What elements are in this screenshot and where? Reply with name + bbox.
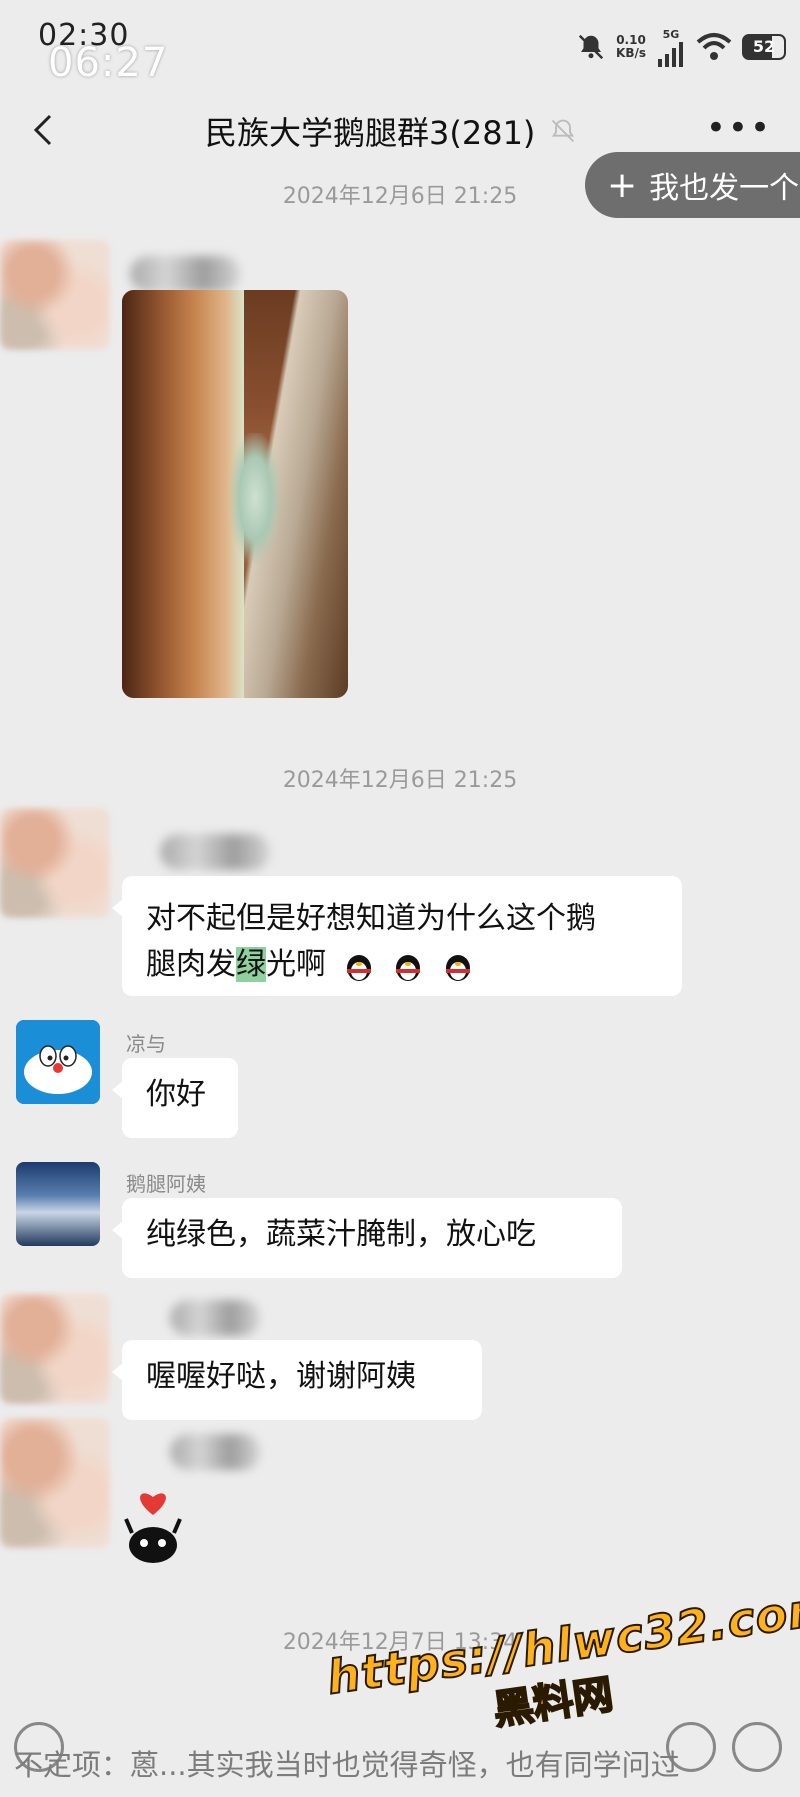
message-text: 喔喔好哒，谢谢阿姨 <box>146 1359 416 1394</box>
avatar-aunt[interactable] <box>16 1162 100 1246</box>
heart-sticker[interactable] <box>122 1485 184 1565</box>
photo-crust <box>122 290 245 698</box>
timestamp: 2024年12月6日 21:25 <box>282 184 518 209</box>
avatar-blurred[interactable] <box>0 808 110 918</box>
sender-name-blurred <box>130 256 240 292</box>
timestamp: 2024年12月6日 21:25 <box>282 768 518 793</box>
sender-name-blurred <box>170 1300 260 1336</box>
message-bubble[interactable]: 纯绿色，蔬菜汁腌制，放心吃 <box>112 1198 622 1278</box>
avatar-doraemon[interactable] <box>16 1020 100 1104</box>
status-time-overlay: 06:27 <box>48 40 169 86</box>
status-icons: 0.10 KB/s 5G 52 <box>576 22 786 72</box>
wifi-icon <box>696 33 732 60</box>
more-icon[interactable]: ••• <box>706 108 772 148</box>
battery-indicator: 52 <box>742 34 786 60</box>
avatar-blurred[interactable] <box>0 1418 110 1548</box>
signal-icon <box>658 41 683 67</box>
message-text: 纯绿色，蔬菜汁腌制，放心吃 <box>146 1217 536 1252</box>
mute-notification-icon <box>578 34 604 60</box>
message-bubble[interactable]: 对不起但是好想知道为什么这个鹅 腿肉发绿光啊 <box>112 876 682 996</box>
photo-green-area <box>230 432 281 564</box>
avatar-blurred[interactable] <box>0 1294 110 1404</box>
message-text: 你好 <box>146 1077 206 1112</box>
penguin-emoji-icon <box>346 954 371 981</box>
highlighted-text: 绿 <box>236 947 266 982</box>
sender-name-blurred <box>160 834 270 870</box>
message-bubble[interactable]: 你好 <box>112 1058 238 1138</box>
mute-bell-icon <box>552 119 575 143</box>
photo-message[interactable] <box>122 290 348 698</box>
back-arrow-icon[interactable] <box>26 110 66 150</box>
sender-name: 凉与 <box>126 1032 166 1056</box>
doraemon-icon <box>16 1020 100 1104</box>
chat-header: 民族大学鹅腿群3(281) <box>205 108 577 154</box>
network-type: 5G <box>662 27 680 41</box>
penguin-emoji-icon <box>445 954 470 981</box>
message-text: 对不起但是好想知道为什么这个鹅 <box>146 901 596 936</box>
message-text: 腿肉发绿光啊 <box>146 942 658 988</box>
avatar-blurred[interactable] <box>0 240 110 350</box>
chat-title: 民族大学鹅腿群3(281) <box>205 114 536 152</box>
net-speed: 0.10 KB/s <box>616 33 646 60</box>
sender-name: 鹅腿阿姨 <box>126 1172 206 1196</box>
penguin-emoji-icon <box>396 954 421 981</box>
sender-name-blurred <box>170 1434 260 1470</box>
message-bubble[interactable]: 喔喔好哒，谢谢阿姨 <box>112 1340 482 1420</box>
